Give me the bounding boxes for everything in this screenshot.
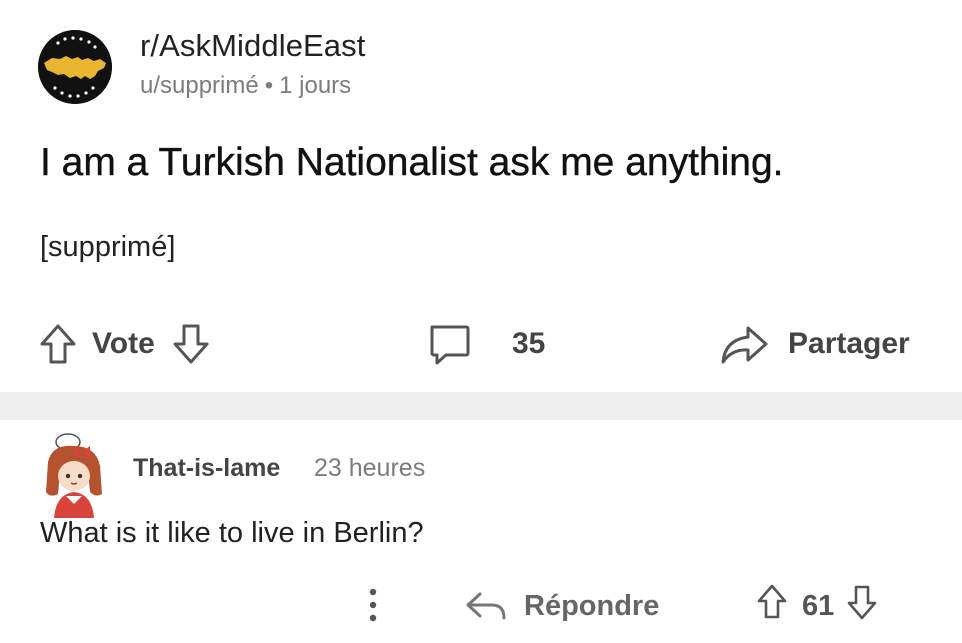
share-button[interactable]: Partager <box>718 318 910 370</box>
comment-text: What is it like to live in Berlin? <box>40 517 424 549</box>
subreddit-name[interactable]: r/AskMiddleEast <box>140 28 365 64</box>
post-author[interactable]: u/supprimé <box>140 72 259 99</box>
meta-separator: • <box>264 72 274 99</box>
reddit-post-page: r/AskMiddleEast u/supprimé • 1 jours I am … <box>0 0 962 643</box>
post-card[interactable]: r/AskMiddleEast u/supprimé • 1 jours I am … <box>0 0 962 392</box>
arab-world-map-icon <box>38 30 112 104</box>
arrow-down-icon <box>173 324 209 364</box>
post-title[interactable]: I am a Turkish Nationalist ask me anythi… <box>40 141 784 185</box>
comment-item: That-is-lame 23 heures What is it like t… <box>0 420 962 643</box>
reply-button[interactable]: Répondre <box>464 584 659 628</box>
comment-upvote-button[interactable] <box>756 583 788 629</box>
arrow-up-icon <box>757 584 787 619</box>
vote-label: Vote <box>92 327 155 360</box>
post-age: 1 jours <box>279 72 352 99</box>
arrow-down-icon <box>847 585 877 620</box>
speech-bubble-icon <box>430 325 470 365</box>
post-vote-group: Vote <box>38 318 211 370</box>
comment-score: 61 <box>802 589 835 622</box>
comment-age: 23 heures <box>314 454 426 482</box>
comment-count: 35 <box>512 327 546 360</box>
upvote-button[interactable] <box>38 322 78 366</box>
comments-button[interactable]: 35 <box>426 318 545 370</box>
share-label: Partager <box>788 327 910 360</box>
comment-downvote-button[interactable] <box>846 583 878 629</box>
subreddit-avatar[interactable] <box>38 30 112 104</box>
reply-arrow-icon <box>466 592 506 620</box>
downvote-button[interactable] <box>171 322 211 366</box>
section-divider <box>0 392 962 420</box>
comment-author[interactable]: That-is-lame <box>133 454 280 483</box>
comment-vote-group: 61 <box>756 584 878 628</box>
vertical-dots-icon <box>369 588 377 622</box>
arrow-up-icon <box>40 324 76 364</box>
more-options-button[interactable] <box>358 582 388 628</box>
post-meta: u/supprimé • 1 jours <box>140 72 351 100</box>
share-arrow-icon <box>721 326 768 364</box>
reply-label: Répondre <box>524 589 660 622</box>
post-body: [supprimé] <box>40 231 176 263</box>
commenter-avatar[interactable] <box>38 432 110 518</box>
anime-girl-avatar-icon <box>46 433 102 518</box>
